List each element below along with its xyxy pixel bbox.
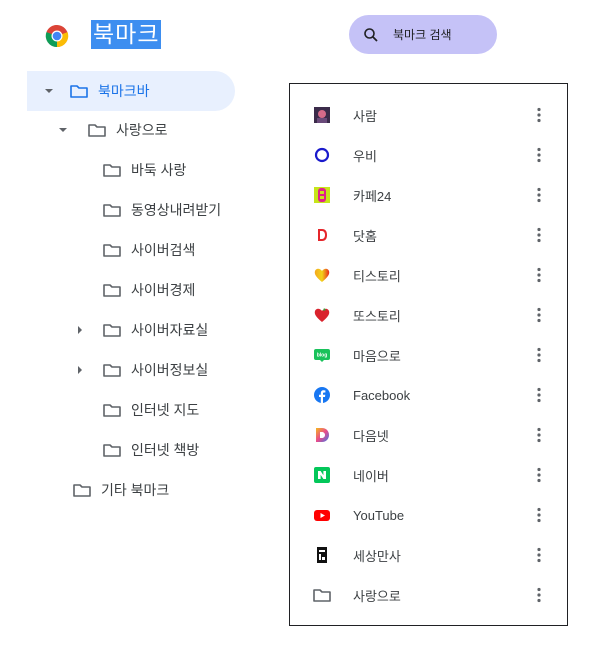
ttostory-heart-favicon-icon [314, 307, 330, 323]
more-actions-icon[interactable] [530, 386, 548, 404]
tree-item-other-bookmarks[interactable]: 기타 북마크 [72, 470, 169, 510]
tree-item-label: 사이버자료실 [131, 322, 209, 338]
blog-favicon-icon: blog [314, 347, 330, 363]
bookmark-label: 세상만사 [353, 548, 401, 564]
more-actions-icon[interactable] [530, 106, 548, 124]
list-item[interactable]: 카페24 [290, 175, 567, 215]
folder-icon [103, 284, 121, 297]
svg-text:blog: blog [317, 353, 328, 359]
expand-arrow-icon[interactable] [41, 83, 57, 99]
tree-item-label: 북마크바 [98, 83, 150, 99]
facebook-favicon-icon [314, 387, 330, 403]
tree-item-label: 사이버경제 [131, 282, 196, 298]
bookmark-label: 티스토리 [353, 268, 401, 284]
tree-item-child[interactable]: 인터넷 지도 [102, 390, 199, 430]
list-item[interactable]: 사랑으로 [290, 575, 567, 615]
bookmark-label: YouTube [353, 507, 405, 523]
page-title: 북마크 [91, 20, 162, 49]
tree-item-label: 사이버정보실 [131, 362, 209, 378]
tree-item-label: 동영상내려받기 [131, 202, 222, 218]
folder-icon [70, 85, 88, 98]
list-item[interactable]: 네이버 [290, 455, 567, 495]
tree-item-child[interactable]: 사이버정보실 [72, 350, 208, 390]
bookmark-label: 우비 [353, 148, 377, 164]
tree-item-label: 바둑 사랑 [131, 162, 187, 178]
bookmark-label: 사랑으로 [353, 588, 401, 604]
expand-arrow-icon[interactable] [55, 122, 71, 138]
tistory-heart-favicon-icon [314, 267, 330, 283]
list-item[interactable]: 닷홈 [290, 215, 567, 255]
more-actions-icon[interactable] [530, 346, 548, 364]
photo-favicon-icon [314, 107, 330, 123]
folder-icon [103, 204, 121, 217]
tree-item-child[interactable]: 인터넷 책방 [102, 430, 199, 470]
folder-icon [103, 324, 121, 337]
folder-icon [88, 124, 106, 137]
more-actions-icon[interactable] [530, 186, 548, 204]
bookmark-label: 또스토리 [353, 308, 401, 324]
daum-favicon-icon [314, 427, 330, 443]
black-block-favicon-icon [314, 547, 330, 563]
bookmark-manager: 북마크 북마크 검색 북마크바 사랑으로 바둑 사랑 동영상내려받기 사이버검색… [0, 0, 600, 650]
list-item[interactable]: 세상만사 [290, 535, 567, 575]
tree-item-bookmarks-bar[interactable]: 북마크바 [27, 71, 235, 111]
folder-icon [103, 364, 121, 377]
tree-item-child[interactable]: 바둑 사랑 [102, 150, 186, 190]
dothome-favicon-icon [314, 227, 330, 243]
list-item[interactable]: 또스토리 [290, 295, 567, 335]
chrome-logo-icon [45, 24, 69, 48]
list-item[interactable]: Facebook [290, 375, 567, 415]
more-actions-icon[interactable] [530, 266, 548, 284]
list-item[interactable]: 사람 [290, 95, 567, 135]
tree-item-label: 기타 북마크 [101, 482, 170, 498]
tree-item-child[interactable]: 사이버경제 [102, 270, 195, 310]
cafe24-favicon-icon [314, 187, 330, 203]
more-actions-icon[interactable] [530, 506, 548, 524]
list-item[interactable]: 우비 [290, 135, 567, 175]
folder-icon [312, 585, 332, 605]
bookmark-list: 사람 우비 카페24 닷홈 티스토리 또스토리 blog 마음으로 Facebo… [289, 83, 568, 626]
tree-item-label: 인터넷 책방 [131, 442, 200, 458]
more-actions-icon[interactable] [530, 586, 548, 604]
folder-icon [103, 444, 121, 457]
bookmark-label: 네이버 [353, 468, 389, 484]
more-actions-icon[interactable] [530, 426, 548, 444]
tree-item-folder[interactable]: 사랑으로 [55, 110, 168, 150]
list-item[interactable]: blog 마음으로 [290, 335, 567, 375]
tree-item-child[interactable]: 사이버자료실 [72, 310, 208, 350]
search-label: 북마크 검색 [393, 28, 452, 42]
folder-icon [73, 484, 91, 497]
more-actions-icon[interactable] [530, 226, 548, 244]
bookmark-label: Facebook [353, 387, 411, 403]
more-actions-icon[interactable] [530, 306, 548, 324]
tree-item-label: 사랑으로 [116, 122, 168, 138]
collapse-arrow-icon[interactable] [72, 362, 88, 378]
folder-icon [103, 164, 121, 177]
search-icon [364, 27, 378, 42]
bookmark-label: 다음넷 [353, 428, 389, 444]
bookmark-label: 카페24 [353, 188, 392, 204]
tree-item-label: 인터넷 지도 [131, 402, 200, 418]
bookmark-label: 닷홈 [353, 228, 377, 244]
more-actions-icon[interactable] [530, 466, 548, 484]
more-actions-icon[interactable] [530, 146, 548, 164]
tree-item-label: 사이버검색 [131, 242, 196, 258]
bookmark-label: 사람 [353, 108, 377, 124]
blue-ring-favicon-icon [314, 147, 330, 163]
search-bookmarks-button[interactable]: 북마크 검색 [349, 15, 497, 54]
list-item[interactable]: 다음넷 [290, 415, 567, 455]
bookmark-label: 마음으로 [353, 348, 401, 364]
more-actions-icon[interactable] [530, 546, 548, 564]
list-item[interactable]: YouTube [290, 495, 567, 535]
folder-icon [103, 404, 121, 417]
tree-item-child[interactable]: 사이버검색 [102, 230, 195, 270]
list-item[interactable]: 티스토리 [290, 255, 567, 295]
folder-icon [103, 244, 121, 257]
tree-item-child[interactable]: 동영상내려받기 [102, 190, 221, 230]
naver-favicon-icon [314, 467, 330, 483]
collapse-arrow-icon[interactable] [72, 322, 88, 338]
youtube-favicon-icon [314, 507, 330, 523]
